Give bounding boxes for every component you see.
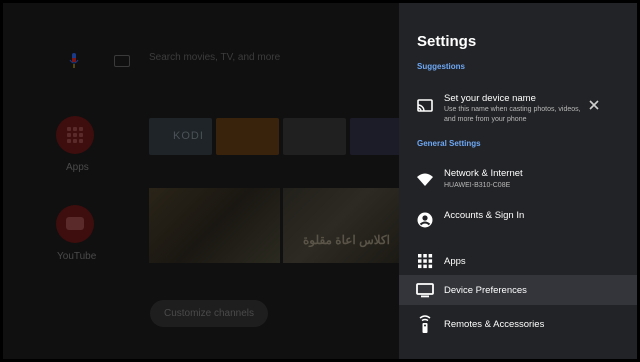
youtube-label: YouTube <box>57 251 97 262</box>
apps-icon <box>418 254 433 269</box>
downloader-tile[interactable] <box>216 118 279 155</box>
cast-icon <box>417 99 433 112</box>
search-placeholder[interactable]: Search movies, TV, and more <box>149 52 280 63</box>
menu-item-label: Remotes & Accessories <box>444 319 545 330</box>
customize-channels-button[interactable]: Customize channels <box>150 300 268 327</box>
suggestion-description: Use this name when casting photos, video… <box>444 106 581 123</box>
remote-icon <box>419 315 431 333</box>
menu-item-label: Device Preferences <box>444 285 527 296</box>
suggestion-title: Set your device name <box>444 93 536 104</box>
youtube-icon <box>66 217 84 230</box>
tv-screen: Search movies, TV, and more Apps YouTube… <box>3 3 637 359</box>
settings-title: Settings <box>417 33 477 50</box>
apps-label: Apps <box>66 162 89 173</box>
youtube-app-button[interactable] <box>56 205 94 243</box>
account-icon <box>417 212 433 228</box>
banner-text: اكلاس اعاة مقلوة <box>303 233 390 247</box>
apps-launcher-button[interactable] <box>56 116 94 154</box>
menu-item-apps[interactable]: Apps <box>399 247 637 275</box>
menu-item-label: Network & Internet <box>444 168 523 179</box>
home-screen: Search movies, TV, and more Apps YouTube… <box>3 3 403 359</box>
menu-item-label: Apps <box>444 256 466 267</box>
suggestions-header: Suggestions <box>417 62 466 71</box>
suggestion-set-device-name[interactable]: Set your device name Use this name when … <box>399 91 637 129</box>
general-settings-header: General Settings <box>417 139 481 148</box>
keyboard-icon[interactable] <box>114 55 130 67</box>
menu-item-accounts[interactable]: Accounts & Sign In <box>399 205 637 233</box>
close-icon[interactable] <box>587 98 601 112</box>
tv-icon <box>416 283 434 298</box>
kodi-tile[interactable]: KODI <box>149 118 212 155</box>
network-name: HUAWEI-B310-C08E <box>444 182 511 189</box>
menu-item-device-preferences[interactable]: Device Preferences <box>399 275 637 305</box>
menu-item-network[interactable]: Network & Internet HUAWEI-B310-C08E <box>399 163 637 195</box>
app-tile-4[interactable] <box>350 118 403 155</box>
menu-item-remotes[interactable]: Remotes & Accessories <box>399 309 637 339</box>
wifi-icon <box>417 173 433 186</box>
apps-grid-icon <box>67 127 83 143</box>
channel-thumbnail-1[interactable] <box>149 188 280 263</box>
app-tile-3[interactable] <box>283 118 346 155</box>
kodi-tile-label: KODI <box>173 130 204 142</box>
mic-icon[interactable] <box>69 53 79 69</box>
settings-panel: Settings Suggestions Set your device nam… <box>399 3 637 359</box>
menu-item-label: Accounts & Sign In <box>444 210 525 221</box>
channel-thumbnail-2[interactable] <box>283 188 403 263</box>
